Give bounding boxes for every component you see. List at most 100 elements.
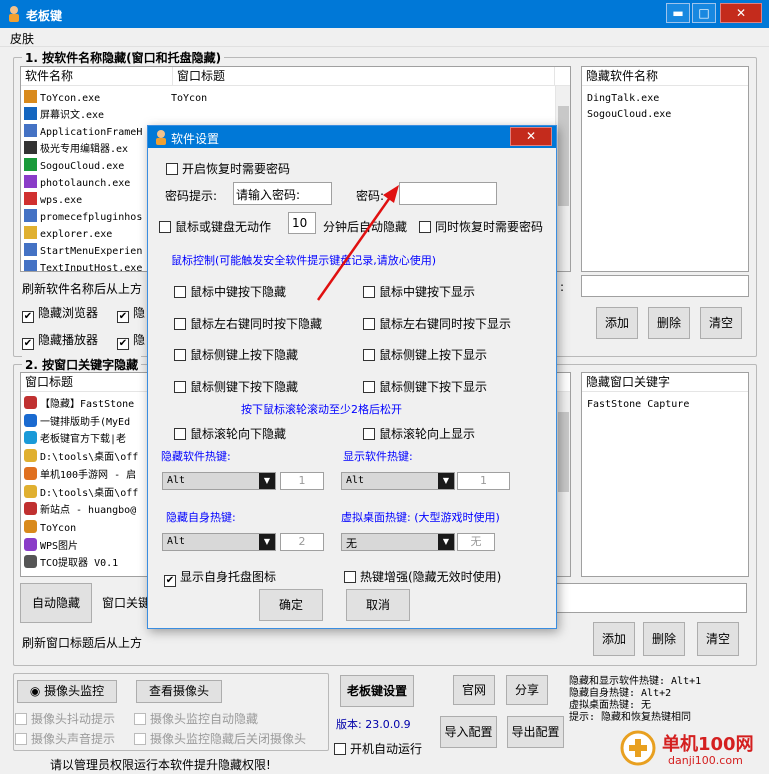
self-key-input[interactable]: 2 (280, 533, 324, 551)
cb-wheel-down-hide[interactable]: 鼠标滚轮向下隐藏 (174, 425, 286, 442)
cb-camera-sound[interactable]: 摄像头声音提示 (15, 730, 115, 747)
auto-hide-button[interactable]: 自动隐藏 (20, 583, 92, 623)
window-icon (24, 537, 37, 551)
cb-hide-partial-2[interactable]: ✔ 隐 (117, 331, 145, 350)
window-title-cell: WPS图片 (40, 540, 79, 552)
view-camera-button[interactable]: 查看摄像头 (136, 680, 222, 703)
maximize-button[interactable]: □ (692, 3, 716, 23)
share-button[interactable]: 分享 (506, 675, 548, 705)
window-title-cell: 【隐藏】FastStone (40, 399, 135, 410)
self-modifier-select[interactable]: Alt ▼ (162, 533, 276, 551)
hidden-software-list[interactable]: 隐藏软件名称 DingTalk.exe SogouCloud.exe (581, 66, 749, 272)
cb-autostart[interactable]: 开机自动运行 (334, 740, 422, 757)
export-config-button[interactable]: 导出配置 (507, 716, 564, 748)
window-row[interactable]: 单机100手游网 - 启 (21, 466, 136, 484)
window-row[interactable]: 【隐藏】FastStone (21, 396, 134, 413)
cancel-button[interactable]: 取消 (346, 589, 410, 621)
col-software-name[interactable]: 软件名称 (21, 67, 173, 86)
window-list-scrollbar[interactable] (555, 392, 570, 576)
window-row[interactable]: D:\tools\桌面\off (21, 449, 138, 466)
software-name-input[interactable] (581, 275, 749, 297)
import-config-button[interactable]: 导入配置 (440, 716, 497, 748)
cb-hotkey-enhance[interactable]: 热键增强(隐藏无效时使用) (344, 568, 501, 585)
close-button[interactable]: ✕ (720, 3, 762, 23)
cb-side-up-hide[interactable]: 鼠标侧键上按下隐藏 (174, 346, 298, 363)
wheel-note: 按下鼠标滚轮滚动至少2格后松开 (241, 403, 402, 416)
app-icon (24, 141, 37, 154)
hotkey-info: 隐藏和显示软件热键: Alt+1 隐藏自身热键: Alt+2 虚拟桌面热键: 无… (569, 676, 701, 724)
window-row[interactable]: ToYcon (21, 519, 76, 537)
cb-show-tray-icon[interactable]: ✔ 显示自身托盘图标 (164, 568, 276, 587)
cb-mid-show[interactable]: 鼠标中键按下显示 (363, 283, 475, 300)
keyword-item[interactable]: FastStone Capture (587, 396, 689, 413)
clear-software-button[interactable]: 清空 (700, 307, 742, 339)
keyword-list-header: 隐藏窗口关键字 (582, 373, 748, 392)
window-row[interactable]: D:\tools\桌面\off (21, 484, 139, 502)
window-row[interactable]: WPS图片 (21, 537, 79, 555)
hide-key-input[interactable]: 1 (280, 472, 324, 490)
cb-lr-show[interactable]: 鼠标左右键同时按下显示 (363, 315, 511, 332)
hidden-item[interactable]: DingTalk.exe (587, 90, 659, 107)
dialog-close-button[interactable]: ✕ (510, 127, 552, 146)
cb-hide-partial-1[interactable]: ✔ 隐 (117, 304, 145, 323)
software-row[interactable]: ToYcon.exe ToYcon (21, 90, 555, 107)
window-icon (24, 484, 37, 498)
minimize-button[interactable]: ▬ (666, 3, 690, 23)
password-input[interactable] (399, 182, 497, 205)
show-modifier-select[interactable]: Alt ▼ (341, 472, 455, 490)
idle-suffix-label: 分钟后自动隐藏 (323, 220, 408, 234)
cb-camera-close[interactable]: 摄像头监控隐藏后关闭摄像头 (134, 730, 306, 747)
password-hint-input[interactable]: 请输入密码: (233, 182, 332, 205)
menu-bar: 皮肤 (0, 28, 769, 47)
cb-mid-hide[interactable]: 鼠标中键按下隐藏 (174, 283, 286, 300)
cb-side-down-show[interactable]: 鼠标侧键下按下显示 (363, 378, 487, 395)
admin-note: 请以管理员权限运行本软件提升隐藏权限! (50, 758, 271, 772)
vd-key-input[interactable]: 无 (457, 533, 495, 551)
show-key-input[interactable]: 1 (457, 472, 510, 490)
cb-camera-auto-hide[interactable]: 摄像头监控自动隐藏 (134, 710, 258, 727)
cb-camera-shake[interactable]: 摄像头抖动提示 (15, 710, 115, 727)
window-title-cell: TCO提取器 V0.1 (40, 558, 119, 570)
idle-minutes-input[interactable]: 10 (288, 212, 316, 234)
cb-wheel-up-show[interactable]: 鼠标滚轮向上显示 (363, 425, 475, 442)
ok-button[interactable]: 确定 (259, 589, 323, 621)
dialog-title: 软件设置 (171, 132, 220, 146)
software-row[interactable]: 屏幕识文.exe (21, 107, 555, 124)
cb-restore-password[interactable]: 开启恢复时需要密码 (166, 160, 290, 177)
menu-skin[interactable]: 皮肤 (10, 30, 34, 47)
window-title-cell: D:\tools\桌面\off (40, 487, 139, 499)
add-software-button[interactable]: 添加 (596, 307, 638, 339)
software-list-scrollbar[interactable] (555, 86, 570, 271)
window-icon (24, 413, 37, 427)
app-icon (24, 209, 37, 222)
clear-keyword-button[interactable]: 清空 (697, 622, 739, 656)
cb-hide-browser[interactable]: ✔ 隐藏浏览器 (22, 304, 98, 323)
window-row[interactable]: 新站点 - huangbo@ (21, 502, 136, 519)
cb-idle-hide[interactable]: 鼠标或键盘无动作 (159, 218, 271, 235)
cb-hide-player[interactable]: ✔ 隐藏播放器 (22, 331, 98, 350)
vd-modifier-select[interactable]: 无 ▼ (341, 533, 455, 551)
window-icon (24, 466, 37, 480)
cb-restore-need-password[interactable]: 同时恢复时需要密码 (419, 218, 543, 235)
keyword-list[interactable]: 隐藏窗口关键字 FastStone Capture (581, 372, 749, 577)
window-row[interactable]: 老板键官方下载|老 (21, 431, 126, 448)
refresh-window-text: 刷新窗口标题后从上方 (22, 636, 143, 650)
delete-software-button[interactable]: 删除 (648, 307, 690, 339)
camera-monitor-button[interactable]: ◉ 摄像头监控 (17, 680, 117, 703)
app-logo-icon (9, 6, 19, 22)
hide-modifier-select[interactable]: Alt ▼ (162, 472, 276, 490)
boss-key-settings-button[interactable]: 老板键设置 (340, 675, 414, 707)
info-line: 隐藏自身热键: Alt+2 (569, 688, 672, 699)
website-button[interactable]: 官网 (453, 675, 495, 705)
cb-side-up-show[interactable]: 鼠标侧键上按下显示 (363, 346, 487, 363)
window-row[interactable]: 一键排版助手(MyEd (21, 413, 130, 431)
add-keyword-button[interactable]: 添加 (593, 622, 635, 656)
cb-lr-hide[interactable]: 鼠标左右键同时按下隐藏 (174, 315, 322, 332)
col-window-title[interactable]: 窗口标题 (173, 67, 555, 86)
hidden-item[interactable]: SogouCloud.exe (587, 106, 671, 123)
window-row[interactable]: TCO提取器 V0.1 (21, 555, 118, 572)
cb-side-down-hide[interactable]: 鼠标侧键下按下隐藏 (174, 378, 298, 395)
watermark-text: 单机100网 (662, 734, 754, 755)
delete-keyword-button[interactable]: 删除 (643, 622, 685, 656)
keyword-label: 窗口关键 (102, 596, 151, 610)
